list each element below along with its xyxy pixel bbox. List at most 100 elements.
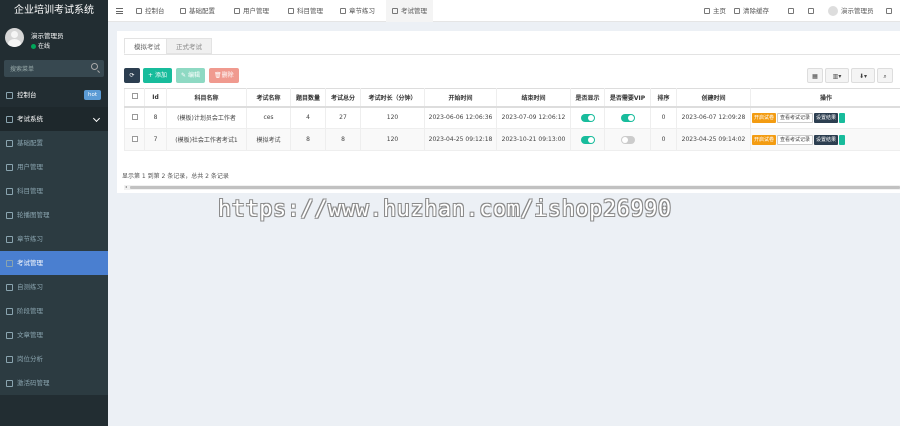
sidebar-item-articles[interactable]: 文章管理 xyxy=(0,323,108,347)
menu-toggle-icon[interactable] xyxy=(116,8,123,14)
pencil-icon xyxy=(6,283,13,291)
vip-toggle[interactable] xyxy=(620,113,635,122)
refresh-button[interactable]: ⟳ xyxy=(124,68,140,83)
add-label: 添加 xyxy=(154,72,167,79)
col-actions: 操作 xyxy=(750,88,900,108)
topnav-subjects[interactable]: 科目管理 xyxy=(288,0,323,22)
sidebar-item-dashboard[interactable]: 控制台 hot xyxy=(0,83,108,107)
image-icon xyxy=(6,211,13,219)
table-header-row: Id 科目名称 考试名称 题目数量 考试总分 考试时长（分钟） 开始时间 结束时… xyxy=(124,88,900,108)
topnav-clear-cache[interactable]: 清除缓存 xyxy=(734,0,769,22)
sidebar-item-self-test[interactable]: 自测练习 xyxy=(0,275,108,299)
user-panel: 演示管理员 在线 xyxy=(0,22,108,56)
search-toggle-button[interactable]: ⌕ xyxy=(877,68,893,83)
user-status: 在线 xyxy=(31,41,50,50)
topnav-exam-management[interactable]: 考试管理 xyxy=(386,0,433,22)
cell-subject: (模板)计划员会工作者 xyxy=(166,106,247,129)
topnav-settings[interactable] xyxy=(886,0,895,22)
add-button[interactable]: + 添加 xyxy=(143,68,172,83)
export-button[interactable]: ⬇▾ xyxy=(851,68,875,83)
sidebar-item-subjects[interactable]: 科目管理 xyxy=(0,179,108,203)
sidebar-search-input[interactable]: 搜索菜单 xyxy=(10,64,34,73)
avatar xyxy=(5,28,24,47)
show-toggle[interactable] xyxy=(580,135,595,144)
checkbox-icon[interactable] xyxy=(131,135,138,142)
cell-count: 4 xyxy=(290,106,326,129)
sidebar-item-carousel[interactable]: 轮播图管理 xyxy=(0,203,108,227)
select-all-checkbox[interactable] xyxy=(124,88,145,108)
topnav-chapter-practice[interactable]: 章节练习 xyxy=(340,0,375,22)
exam-records-button[interactable]: 查看考试记录 xyxy=(777,112,814,123)
exam-table: Id 科目名称 考试名称 题目数量 考试总分 考试时长（分钟） 开始时间 结束时… xyxy=(124,88,900,151)
set-result-button[interactable]: 设置结果 xyxy=(814,112,839,123)
sidebar-item-label: 基础配置 xyxy=(17,139,43,147)
scroll-thumb[interactable] xyxy=(130,186,900,189)
file-icon xyxy=(6,331,13,339)
gear-icon xyxy=(886,8,892,14)
horizontal-scrollbar[interactable] xyxy=(124,185,900,190)
cell-end: 2023-10-21 09:13:00 xyxy=(496,128,571,151)
cell-subject: (模板)社会工作者考试1 xyxy=(166,128,247,151)
edit-label: 编辑 xyxy=(187,72,200,79)
col-created: 创建时间 xyxy=(676,88,751,108)
sidebar-item-basic-config[interactable]: 基础配置 xyxy=(0,131,108,155)
sidebar-item-stage[interactable]: 阶段管理 xyxy=(0,299,108,323)
row-checkbox[interactable] xyxy=(124,128,145,151)
sidebar-item-position[interactable]: 岗位分析 xyxy=(0,347,108,371)
sidebar-menu: 控制台 hot 考试系统 基础配置 用户管理 科目管理 轮播图管理 章节练习 考试… xyxy=(0,83,108,395)
tab-mock-exam[interactable]: 模拟考试 xyxy=(124,38,170,54)
col-id[interactable]: Id xyxy=(144,88,167,108)
trash-icon xyxy=(734,8,740,14)
delete-button[interactable]: 🗑删除 xyxy=(209,68,239,83)
edit-row-icon[interactable] xyxy=(839,112,846,123)
exam-records-button[interactable]: 查看考试记录 xyxy=(777,134,814,145)
checkbox-icon[interactable] xyxy=(131,93,138,100)
topnav-user[interactable]: 演示管理员 xyxy=(828,0,874,22)
show-toggle[interactable] xyxy=(580,113,595,122)
topnav-dashboard[interactable]: 控制台 xyxy=(136,0,165,22)
col-vip: 是否需要VIP xyxy=(604,88,651,108)
tab-formal-exam[interactable]: 正式考试 xyxy=(166,38,212,54)
topnav-basic-config[interactable]: 基础配置 xyxy=(180,0,215,22)
cell-total: 8 xyxy=(325,128,361,151)
search-icon: ⌕ xyxy=(883,73,887,80)
sidebar-item-label: 章节练习 xyxy=(17,235,43,243)
topnav-fullscreen[interactable] xyxy=(808,0,817,22)
sidebar-item-label: 考试管理 xyxy=(17,259,43,267)
sidebar-item-chapter-practice[interactable]: 章节练习 xyxy=(0,227,108,251)
row-checkbox[interactable] xyxy=(124,106,145,129)
open-paper-button[interactable]: 开启试卷 xyxy=(752,134,777,145)
topnav-label: 考试管理 xyxy=(401,7,427,15)
topnav-users[interactable]: 用户管理 xyxy=(234,0,269,22)
topnav-home[interactable]: 主页 xyxy=(704,0,726,22)
toggle-view-button[interactable]: ▦ xyxy=(807,68,823,83)
col-show: 是否显示 xyxy=(570,88,605,108)
search-icon[interactable] xyxy=(91,63,98,70)
hot-badge: hot xyxy=(83,90,101,100)
book-icon xyxy=(6,187,13,195)
cell-created: 2023-04-25 09:14:02 xyxy=(676,128,751,151)
cell-actions: 开启试卷 查看考试记录 设置结果 xyxy=(750,106,900,129)
pencil-icon: ✎ xyxy=(181,72,187,79)
sidebar-item-label: 激活码管理 xyxy=(17,379,50,387)
columns-button[interactable]: ▥▾ xyxy=(825,68,849,83)
edit-row-icon[interactable] xyxy=(839,134,846,145)
topnav-translate[interactable] xyxy=(788,0,797,22)
main-panel: 模拟考试 正式考试 ⟳ + 添加 ✎ 编辑 🗑删除 ▦ ▥▾ ⬇▾ ⌕ Id 科… xyxy=(117,31,900,193)
sidebar-search[interactable]: 搜索菜单 xyxy=(4,60,104,77)
open-paper-button[interactable]: 开启试卷 xyxy=(752,112,777,123)
sidebar-item-label: 用户管理 xyxy=(17,163,43,171)
cell-count: 8 xyxy=(290,128,326,151)
sidebar-item-users[interactable]: 用户管理 xyxy=(0,155,108,179)
edit-button[interactable]: ✎ 编辑 xyxy=(176,68,205,83)
sidebar-item-exam-management[interactable]: 考试管理 xyxy=(0,251,108,275)
checkbox-icon[interactable] xyxy=(131,113,138,120)
layers-icon xyxy=(6,307,13,315)
sidebar-item-activation[interactable]: 激活码管理 xyxy=(0,371,108,395)
set-result-button[interactable]: 设置结果 xyxy=(814,134,839,145)
user-export-icon: ⬇▾ xyxy=(858,73,868,80)
sidebar-item-exam-system[interactable]: 考试系统 xyxy=(0,107,108,131)
cell-start: 2023-06-06 12:06:36 xyxy=(424,106,497,129)
vip-toggle[interactable] xyxy=(620,135,635,144)
scroll-left-icon[interactable] xyxy=(125,186,127,188)
